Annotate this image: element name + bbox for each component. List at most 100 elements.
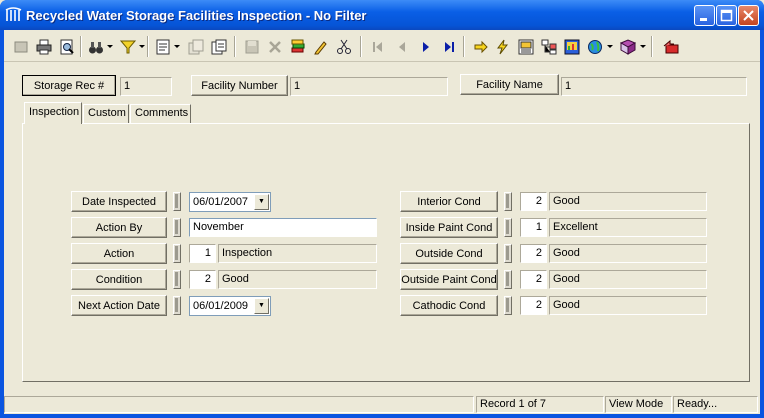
next-record-icon (422, 41, 429, 52)
inside-paint-cond-selector[interactable] (504, 218, 512, 237)
date-inspected-button[interactable]: Date Inspected (71, 191, 167, 212)
print-icon (36, 39, 51, 54)
run-button[interactable] (491, 35, 514, 58)
paste-record-button[interactable] (207, 35, 230, 58)
app-window: Recycled Water Storage Facilities Inspec… (0, 0, 764, 418)
outside-cond-button[interactable]: Outside Cond (400, 243, 498, 264)
find-button[interactable] (84, 35, 107, 58)
action-by-button[interactable]: Action By (71, 217, 167, 238)
chevron-down-icon[interactable]: ▼ (254, 298, 269, 314)
facility-number-button[interactable]: Facility Number (191, 75, 288, 96)
exit-button[interactable] (659, 35, 682, 58)
form-button[interactable] (151, 35, 174, 58)
stack-icon (291, 39, 304, 52)
next-record-button[interactable] (414, 35, 437, 58)
action-selector[interactable] (173, 244, 181, 263)
outside-cond-description: Good (549, 244, 707, 263)
condition-button[interactable]: Condition (71, 269, 167, 290)
cathodic-cond-button[interactable]: Cathodic Cond (400, 295, 498, 316)
grid-icon (518, 39, 533, 54)
chart-icon (564, 39, 579, 54)
new-record-icon (14, 41, 27, 52)
title-bar[interactable]: Recycled Water Storage Facilities Inspec… (0, 0, 764, 30)
inside-paint-cond-button[interactable]: Inside Paint Cond (400, 217, 498, 238)
condition-selector[interactable] (173, 270, 181, 289)
outside-paint-cond-code[interactable]: 2 (520, 270, 547, 289)
close-icon (743, 10, 754, 21)
next-action-date-selector[interactable] (173, 296, 181, 315)
save-button[interactable] (240, 35, 263, 58)
last-record-button[interactable] (437, 35, 460, 58)
toolbar-separator (463, 36, 465, 57)
storage-rec-button[interactable]: Storage Rec # (22, 75, 116, 96)
facility-number-label: Facility Number (201, 79, 278, 92)
tree-icon (541, 39, 556, 54)
cut-button[interactable] (332, 35, 355, 58)
status-record: Record 1 of 7 (476, 396, 604, 413)
action-by-input[interactable]: November (189, 218, 377, 237)
outside-paint-cond-button[interactable]: Outside Paint Cond (400, 269, 498, 290)
condition-code[interactable]: 2 (189, 270, 216, 289)
chevron-down-icon[interactable] (107, 43, 114, 50)
chevron-down-icon[interactable] (139, 43, 146, 50)
interior-cond-code[interactable]: 2 (520, 192, 547, 211)
globe-icon (587, 39, 602, 54)
tab-inspection[interactable]: Inspection (24, 102, 82, 124)
action-by-selector[interactable] (173, 218, 181, 237)
tab-custom[interactable]: Custom (83, 104, 129, 123)
minimize-button[interactable] (694, 5, 715, 26)
first-record-button[interactable] (366, 35, 389, 58)
status-mode: View Mode (605, 396, 672, 413)
outside-cond-selector[interactable] (504, 244, 512, 263)
go-button[interactable] (469, 35, 492, 58)
inside-paint-cond-code[interactable]: 1 (520, 218, 547, 237)
close-button[interactable] (738, 5, 759, 26)
facility-number-field: 1 (290, 77, 448, 96)
print-preview-button[interactable] (55, 35, 78, 58)
interior-cond-button[interactable]: Interior Cond (400, 191, 498, 212)
filter-icon (119, 40, 136, 53)
web-button[interactable] (583, 35, 606, 58)
outside-cond-code[interactable]: 2 (520, 244, 547, 263)
toolbar-separator (147, 36, 149, 57)
delete-button[interactable] (263, 35, 286, 58)
date-inspected-selector[interactable] (173, 192, 181, 211)
toolbar (4, 30, 760, 62)
date-inspected-combo[interactable]: 06/01/2007 ▼ (189, 192, 271, 212)
action-code[interactable]: 1 (189, 244, 216, 263)
maximize-button[interactable] (716, 5, 737, 26)
previous-record-button[interactable] (390, 35, 413, 58)
facility-name-label: Facility Name (476, 78, 543, 91)
chevron-down-icon[interactable] (607, 43, 614, 50)
help-button[interactable] (616, 35, 639, 58)
binoculars-icon (88, 41, 103, 53)
tab-comments[interactable]: Comments (130, 104, 191, 123)
next-action-date-combo[interactable]: 06/01/2009 ▼ (189, 296, 271, 316)
stack-button[interactable] (286, 35, 309, 58)
cathodic-cond-code[interactable]: 2 (520, 296, 547, 315)
new-record-button[interactable] (9, 35, 32, 58)
print-button[interactable] (32, 35, 55, 58)
outside-paint-cond-selector[interactable] (504, 270, 512, 289)
interior-cond-selector[interactable] (504, 192, 512, 211)
next-action-date-value: 06/01/2009 (193, 300, 249, 312)
delete-icon (268, 40, 281, 53)
chart-button[interactable] (560, 35, 583, 58)
edit-button[interactable] (309, 35, 332, 58)
chevron-down-icon[interactable] (174, 43, 181, 50)
filter-button[interactable] (116, 35, 139, 58)
chevron-down-icon[interactable]: ▼ (254, 194, 269, 210)
grid-button[interactable] (514, 35, 537, 58)
exit-icon (663, 39, 678, 53)
tree-button[interactable] (537, 35, 560, 58)
copy-record-icon (188, 39, 203, 54)
minimize-icon (700, 18, 707, 21)
chevron-down-icon[interactable] (640, 43, 647, 50)
condition-description: Good (218, 270, 377, 289)
facility-name-button[interactable]: Facility Name (460, 74, 559, 95)
copy-record-button[interactable] (184, 35, 207, 58)
cathodic-cond-selector[interactable] (504, 296, 512, 315)
action-label: Action (103, 247, 135, 260)
next-action-date-button[interactable]: Next Action Date (71, 295, 167, 316)
action-button[interactable]: Action (71, 243, 167, 264)
